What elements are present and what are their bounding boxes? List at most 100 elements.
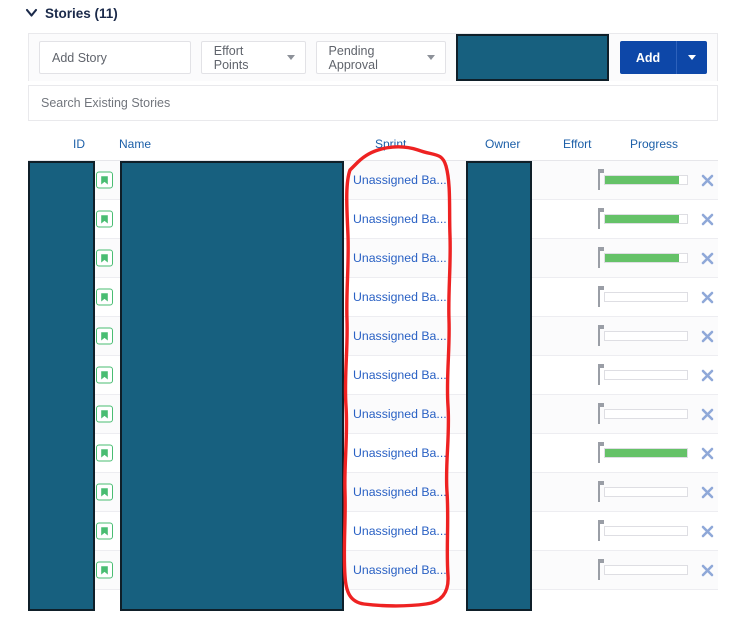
bookmark-cell[interactable] xyxy=(96,444,113,462)
bookmark-icon[interactable] xyxy=(96,483,113,501)
sprint-link[interactable]: Unassigned Ba... xyxy=(353,212,447,226)
close-x-icon[interactable] xyxy=(699,289,716,306)
sprint-link[interactable]: Unassigned Ba... xyxy=(353,563,447,577)
baseline-flag-icon xyxy=(598,442,603,463)
bookmark-cell[interactable] xyxy=(96,171,113,189)
bookmark-icon[interactable] xyxy=(96,522,113,540)
sprint-link[interactable]: Unassigned Ba... xyxy=(353,368,447,382)
add-dropdown-button[interactable] xyxy=(676,41,707,74)
effort-points-select[interactable]: Effort Points xyxy=(200,41,306,74)
add-button[interactable]: Add xyxy=(620,41,676,74)
column-header-effort[interactable]: Effort xyxy=(563,137,591,151)
bookmark-cell[interactable] xyxy=(96,522,113,540)
progress-bar-track xyxy=(604,370,688,380)
chevron-down-icon[interactable] xyxy=(25,6,38,19)
bookmark-icon[interactable] xyxy=(96,288,113,306)
add-story-input[interactable]: Add Story xyxy=(39,41,191,74)
caret-down-icon xyxy=(427,55,435,60)
progress-bar-track xyxy=(604,331,688,341)
close-x-icon[interactable] xyxy=(699,367,716,384)
stories-panel: Stories (11) Add Story Effort Points Pen… xyxy=(0,0,743,621)
bookmark-cell[interactable] xyxy=(96,405,113,423)
bookmark-icon[interactable] xyxy=(96,405,113,423)
progress-bar-fill xyxy=(605,254,679,262)
sprint-link[interactable]: Unassigned Ba... xyxy=(353,173,447,187)
bookmark-icon[interactable] xyxy=(96,210,113,228)
baseline-flag-icon xyxy=(598,208,603,229)
sprint-link[interactable]: Unassigned Ba... xyxy=(353,290,447,304)
progress-bar-track xyxy=(604,526,688,536)
progress-bar-track xyxy=(604,409,688,419)
bookmark-cell[interactable] xyxy=(96,327,113,345)
progress-bar-fill xyxy=(605,176,679,184)
column-header-id[interactable]: ID xyxy=(73,137,85,151)
close-x-icon[interactable] xyxy=(699,250,716,267)
bookmark-cell[interactable] xyxy=(96,561,113,579)
sprint-link[interactable]: Unassigned Ba... xyxy=(353,485,447,499)
bookmark-cell[interactable] xyxy=(96,483,113,501)
add-button-group: Add xyxy=(620,41,707,74)
bookmark-cell[interactable] xyxy=(96,210,113,228)
close-x-icon[interactable] xyxy=(699,328,716,345)
progress-bar-track xyxy=(604,292,688,302)
caret-down-icon xyxy=(688,55,696,60)
progress-cell xyxy=(596,208,716,230)
close-x-icon[interactable] xyxy=(699,523,716,540)
progress-bar-track xyxy=(604,214,688,224)
progress-cell xyxy=(596,286,716,308)
close-x-icon[interactable] xyxy=(699,484,716,501)
redacted-toolbar-field[interactable] xyxy=(456,34,609,81)
bookmark-icon[interactable] xyxy=(96,249,113,267)
progress-cell xyxy=(596,559,716,581)
redacted-id-column xyxy=(28,161,95,611)
bookmark-icon[interactable] xyxy=(96,444,113,462)
status-select[interactable]: Pending Approval xyxy=(315,41,446,74)
close-x-icon[interactable] xyxy=(699,406,716,423)
search-placeholder: Search Existing Stories xyxy=(41,96,171,110)
baseline-flag-icon xyxy=(598,286,603,307)
close-x-icon[interactable] xyxy=(699,445,716,462)
caret-down-icon xyxy=(286,55,295,60)
progress-cell xyxy=(596,247,716,269)
redacted-name-column xyxy=(120,161,344,611)
baseline-flag-icon xyxy=(598,169,603,190)
sprint-link[interactable]: Unassigned Ba... xyxy=(353,329,447,343)
progress-cell xyxy=(596,364,716,386)
progress-bar-fill xyxy=(605,215,679,223)
close-x-icon[interactable] xyxy=(699,211,716,228)
progress-bar-track xyxy=(604,448,688,458)
stories-section-header[interactable]: Stories (11) xyxy=(25,0,118,26)
bookmark-icon[interactable] xyxy=(96,171,113,189)
progress-cell xyxy=(596,403,716,425)
sprint-link[interactable]: Unassigned Ba... xyxy=(353,446,447,460)
bookmark-cell[interactable] xyxy=(96,366,113,384)
column-header-owner[interactable]: Owner xyxy=(485,137,520,151)
bookmark-icon[interactable] xyxy=(96,366,113,384)
bookmark-icon[interactable] xyxy=(96,327,113,345)
baseline-flag-icon xyxy=(598,325,603,346)
progress-bar-track xyxy=(604,253,688,263)
sprint-link[interactable]: Unassigned Ba... xyxy=(353,251,447,265)
progress-bar-track xyxy=(604,565,688,575)
sprint-link[interactable]: Unassigned Ba... xyxy=(353,407,447,421)
bookmark-icon[interactable] xyxy=(96,561,113,579)
column-header-sprint[interactable]: Sprint xyxy=(375,137,406,151)
page-title: Stories (11) xyxy=(45,5,118,21)
bookmark-cell[interactable] xyxy=(96,249,113,267)
progress-cell xyxy=(596,169,716,191)
search-existing-stories-input[interactable]: Search Existing Stories xyxy=(28,85,718,121)
bookmark-cell[interactable] xyxy=(96,288,113,306)
baseline-flag-icon xyxy=(598,364,603,385)
baseline-flag-icon xyxy=(598,520,603,541)
add-story-placeholder: Add Story xyxy=(52,50,107,65)
sprint-link[interactable]: Unassigned Ba... xyxy=(353,524,447,538)
table-header-row: ID Name Sprint Owner Effort Progress xyxy=(28,128,718,161)
column-header-name[interactable]: Name xyxy=(119,137,151,151)
progress-cell xyxy=(596,442,716,464)
progress-cell xyxy=(596,520,716,542)
stories-toolbar: Add Story Effort Points Pending Approval… xyxy=(28,33,718,81)
close-x-icon[interactable] xyxy=(699,562,716,579)
column-header-progress[interactable]: Progress xyxy=(630,137,678,151)
close-x-icon[interactable] xyxy=(699,172,716,189)
baseline-flag-icon xyxy=(598,559,603,580)
